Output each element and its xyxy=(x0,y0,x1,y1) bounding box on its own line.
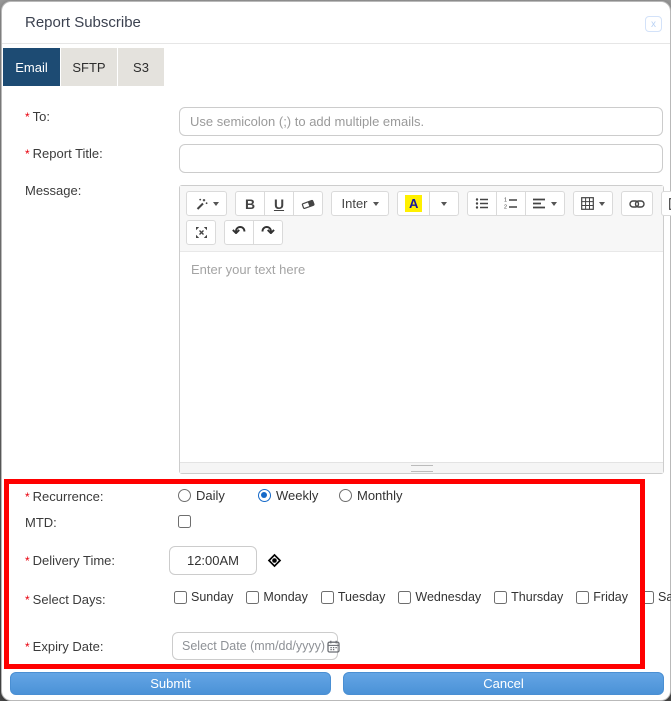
report-title-label: *Report Title: xyxy=(25,146,103,161)
close-icon[interactable]: x xyxy=(645,16,662,32)
recurrence-radio-weekly[interactable]: Weekly xyxy=(258,488,318,503)
required-marker: * xyxy=(25,490,30,504)
chevron-down-icon xyxy=(551,202,557,206)
delivery-time-label: *Delivery Time: xyxy=(25,553,115,568)
chevron-down-icon xyxy=(599,202,605,206)
font-color-dropdown[interactable] xyxy=(429,191,459,216)
font-family-dropdown[interactable]: Inter xyxy=(331,191,389,216)
redo-button[interactable]: ↷ xyxy=(253,220,283,245)
submit-button[interactable]: Submit xyxy=(10,672,331,695)
checkbox-icon xyxy=(174,591,187,604)
unordered-list-icon xyxy=(475,197,489,210)
radio-unchecked-icon xyxy=(339,489,352,502)
required-marker: * xyxy=(25,110,30,124)
required-marker: * xyxy=(25,640,30,654)
report-subscribe-dialog: Report Subscribe x Email SFTP S3 *To: *R… xyxy=(1,1,671,701)
checkbox-icon xyxy=(576,591,589,604)
day-checkbox-wednesday[interactable]: Wednesday xyxy=(398,590,481,604)
fullscreen-icon xyxy=(195,226,208,239)
message-editor: B U Inter A xyxy=(179,185,664,474)
dialog-header: Report Subscribe x xyxy=(2,2,670,44)
delivery-time-input[interactable] xyxy=(169,546,257,575)
highlighted-a-icon: A xyxy=(405,195,422,212)
clear-format-button[interactable] xyxy=(293,191,323,216)
link-button[interactable] xyxy=(621,191,653,216)
undo-icon: ↶ xyxy=(232,225,245,241)
day-checkbox-thursday[interactable]: Thursday xyxy=(494,590,563,604)
magic-wand-icon xyxy=(194,197,208,211)
mtd-label: MTD: xyxy=(25,515,57,530)
day-checkbox-monday[interactable]: Monday xyxy=(246,590,307,604)
cancel-button[interactable]: Cancel xyxy=(343,672,664,695)
to-label: *To: xyxy=(25,109,50,124)
to-input[interactable] xyxy=(179,107,663,136)
expiry-date-input[interactable]: Select Date (mm/dd/yyyy) xyxy=(172,632,338,660)
table-icon xyxy=(581,197,594,210)
tab-email[interactable]: Email xyxy=(3,48,60,86)
redo-icon: ↷ xyxy=(261,225,274,241)
svg-text:1: 1 xyxy=(504,198,507,204)
svg-text:2: 2 xyxy=(504,205,507,210)
mtd-checkbox[interactable] xyxy=(178,515,191,528)
required-marker: * xyxy=(25,147,30,161)
calendar-icon xyxy=(327,640,340,653)
day-checkbox-saturday[interactable]: Saturday xyxy=(641,590,671,604)
chevron-down-icon xyxy=(441,202,447,206)
dialog-title: Report Subscribe xyxy=(25,14,141,31)
ordered-list-button[interactable]: 12 xyxy=(496,191,526,216)
select-days-label: *Select Days: xyxy=(25,592,106,607)
link-icon xyxy=(629,199,645,209)
fullscreen-button[interactable] xyxy=(186,220,216,245)
eraser-icon xyxy=(301,197,315,210)
picture-button[interactable] xyxy=(661,191,671,216)
undo-button[interactable]: ↶ xyxy=(224,220,254,245)
tab-bar: Email SFTP S3 xyxy=(3,48,164,86)
tab-sftp[interactable]: SFTP xyxy=(60,48,117,86)
checkbox-icon xyxy=(494,591,507,604)
checkbox-icon xyxy=(641,591,654,604)
editor-resize-handle[interactable] xyxy=(180,462,663,473)
chevron-down-icon xyxy=(373,202,379,206)
checkbox-icon xyxy=(398,591,411,604)
expiry-date-placeholder: Select Date (mm/dd/yyyy) xyxy=(182,639,325,653)
report-title-input[interactable] xyxy=(179,144,663,173)
time-picker-icon[interactable] xyxy=(266,552,283,569)
message-placeholder: Enter your text here xyxy=(191,262,305,277)
message-textarea[interactable]: Enter your text here xyxy=(180,252,663,462)
recurrence-radio-monthly[interactable]: Monthly xyxy=(339,488,403,503)
recurrence-radio-daily[interactable]: Daily xyxy=(178,488,225,503)
font-color-button[interactable]: A xyxy=(397,191,430,216)
paragraph-align-icon xyxy=(533,198,546,209)
editor-toolbar: B U Inter A xyxy=(180,186,663,252)
unordered-list-button[interactable] xyxy=(467,191,497,216)
ordered-list-icon: 12 xyxy=(504,197,518,210)
day-checkbox-sunday[interactable]: Sunday xyxy=(174,590,233,604)
style-button[interactable] xyxy=(186,191,227,216)
paragraph-align-dropdown[interactable] xyxy=(525,191,565,216)
bold-button[interactable]: B xyxy=(235,191,265,216)
required-marker: * xyxy=(25,554,30,568)
checkbox-icon xyxy=(321,591,334,604)
day-checkbox-tuesday[interactable]: Tuesday xyxy=(321,590,385,604)
grip-icon xyxy=(411,465,433,472)
chevron-down-icon xyxy=(213,202,219,206)
recurrence-label: *Recurrence: xyxy=(25,489,103,504)
required-marker: * xyxy=(25,593,30,607)
tab-s3[interactable]: S3 xyxy=(117,48,164,86)
checkbox-icon xyxy=(246,591,259,604)
table-dropdown[interactable] xyxy=(573,191,613,216)
radio-checked-icon xyxy=(258,489,271,502)
day-checkbox-friday[interactable]: Friday xyxy=(576,590,628,604)
expiry-date-label: *Expiry Date: xyxy=(25,639,103,654)
message-label: Message: xyxy=(25,183,81,198)
underline-button[interactable]: U xyxy=(264,191,294,216)
select-days-group: Sunday Monday Tuesday Wednesday Thursday… xyxy=(174,590,671,604)
radio-unchecked-icon xyxy=(178,489,191,502)
